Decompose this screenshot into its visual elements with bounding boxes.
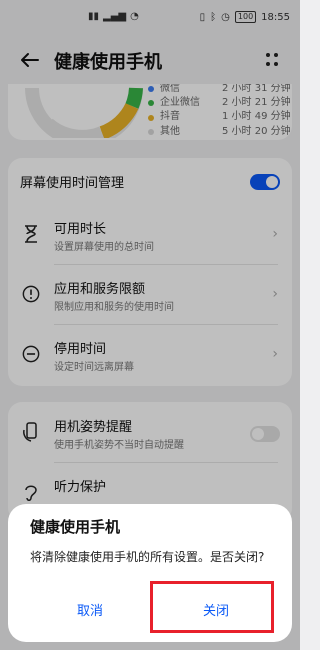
- cancel-button[interactable]: 取消: [30, 600, 150, 624]
- dialog-title: 健康使用手机: [30, 518, 121, 536]
- highlight-annotation-box: [150, 581, 274, 633]
- dialog-message: 将清除健康使用手机的所有设置。是否关闭?: [30, 550, 265, 564]
